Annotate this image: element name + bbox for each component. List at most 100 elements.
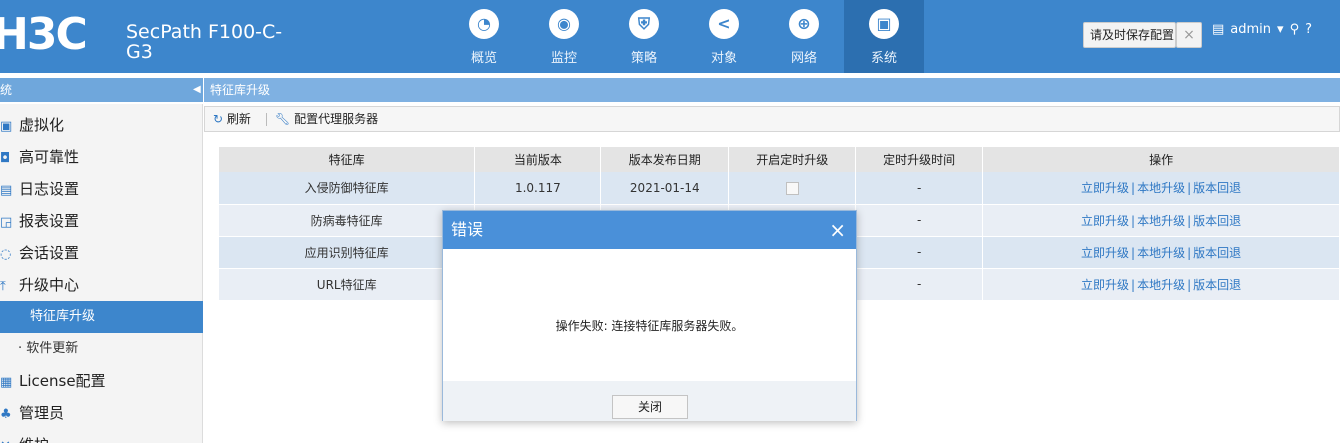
ops-separator: |: [1187, 245, 1192, 260]
sidebar-item-ha[interactable]: ◘ 高可靠性: [0, 141, 203, 173]
sidebar-item-license[interactable]: ▦ License配置: [0, 365, 203, 397]
sidebar-item-session[interactable]: ◌ 会话设置: [0, 237, 203, 269]
error-dialog: 错误 × 操作失败: 连接特征库服务器失败。 关闭: [442, 210, 857, 421]
nav-label: 概览: [470, 51, 497, 66]
sidebar-item-label: 升级中心: [19, 276, 80, 294]
close-icon[interactable]: ×: [1176, 22, 1202, 48]
nav-monitor[interactable]: ◉ 监控: [524, 0, 604, 73]
sidebar-item-label: License配置: [19, 372, 106, 390]
nav-label: 系统: [870, 51, 897, 66]
column-header: 操作: [982, 147, 1340, 172]
local-upgrade-link[interactable]: 本地升级: [1137, 181, 1185, 195]
scheduled-time: -: [855, 236, 984, 269]
table-header-row: 特征库 当前版本 版本发布日期 开启定时升级 定时升级时间 操作: [219, 147, 1340, 172]
system-icon: ▣: [869, 9, 899, 39]
table-row[interactable]: 入侵防御特征库 1.0.117 2021-01-14 - 立即升级 | 本地升级 | 版…: [219, 172, 1340, 205]
report-icon: ◲: [0, 215, 13, 230]
upgrade-now-link[interactable]: 立即升级: [1081, 278, 1129, 292]
signature-name: URL特征库: [219, 268, 476, 301]
sidebar-item-label: 高可靠性: [19, 148, 80, 166]
upgrade-icon: ⤒: [0, 279, 6, 294]
sidebar-item-label: 报表设置: [19, 212, 80, 230]
operations-cell: 立即升级 | 本地升级 | 版本回退: [982, 268, 1340, 301]
sidebar-item-admin[interactable]: ♣ 管理员: [0, 397, 203, 429]
column-header[interactable]: 特征库: [219, 147, 476, 172]
configure-proxy-label: 配置代理服务器: [294, 112, 379, 126]
ops-separator: |: [1187, 277, 1192, 292]
rollback-link[interactable]: 版本回退: [1193, 181, 1241, 195]
column-header[interactable]: 定时升级时间: [855, 147, 984, 172]
refresh-button[interactable]: ↻ 刷新: [213, 107, 251, 131]
product-name: SecPath F100-C-G3: [126, 21, 283, 63]
nav-label: 监控: [550, 51, 577, 66]
top-header: H3C SecPath F100-C-G3 ◔ 概览 ◉ 监控 ⛨ 策略 < 对…: [0, 0, 1340, 73]
close-icon[interactable]: ×: [829, 211, 846, 249]
sidebar-item-label: 日志设置: [19, 180, 80, 198]
sidebar-item-signature-upgrade[interactable]: 特征库升级: [0, 301, 203, 333]
upgrade-now-link[interactable]: 立即升级: [1081, 246, 1129, 260]
caret-down-icon[interactable]: ▾: [1277, 22, 1284, 37]
dashboard-icon: ◔: [469, 9, 499, 39]
sidebar-item-software-update[interactable]: · 软件更新: [0, 333, 203, 365]
upgrade-now-link[interactable]: 立即升级: [1081, 214, 1129, 228]
monitor-icon: ◉: [549, 9, 579, 39]
sidebar-item-label: 管理员: [19, 404, 65, 422]
help-icon[interactable]: ?: [1305, 22, 1312, 37]
sidebar-item-maintenance[interactable]: ✕维护: [0, 429, 203, 443]
column-header[interactable]: 开启定时升级: [728, 147, 857, 172]
virtualization-icon: ▣: [0, 119, 13, 134]
configure-proxy-button[interactable]: 🔧︎ 配置代理服务器: [275, 107, 378, 131]
error-message: 操作失败: 连接特征库服务器失败。: [555, 319, 744, 333]
sidebar-item-log[interactable]: ▤ 日志设置: [0, 173, 203, 205]
nav-policy[interactable]: ⛨ 策略: [604, 0, 684, 73]
ops-separator: |: [1187, 213, 1192, 228]
search-icon[interactable]: ⚲: [1290, 22, 1300, 37]
scheduled-upgrade-cell: [728, 172, 857, 205]
sidebar-item-label: 虚拟化: [19, 116, 65, 134]
nav-label: 策略: [630, 51, 657, 66]
sidebar-item-virtualization[interactable]: ▣ 虚拟化: [0, 109, 203, 141]
ha-icon: ◘: [0, 151, 11, 166]
sidebar-title: 统: [0, 78, 203, 102]
user-menu[interactable]: admin: [1230, 22, 1271, 37]
user-toolbar: ▤ admin ▾ ⚲?: [1212, 20, 1318, 44]
page-title: 特征库升级: [204, 78, 1340, 102]
sidebar-item-upgrade[interactable]: ⤒ 升级中心: [0, 269, 203, 301]
signature-name: 应用识别特征库: [219, 236, 476, 269]
sidebar: ▣ 虚拟化 ◘ 高可靠性 ▤ 日志设置 ◲ 报表设置 ◌ 会话设置 ⤒ 升级中心 特征库升级…: [0, 104, 203, 443]
toolbar: ↻ 刷新 🔧︎ 配置代理服务器: [204, 106, 1340, 132]
maintenance-icon: ✕: [0, 431, 16, 443]
rollback-link[interactable]: 版本回退: [1193, 246, 1241, 260]
upgrade-now-link[interactable]: 立即升级: [1081, 181, 1129, 195]
ops-separator: |: [1131, 213, 1136, 228]
rollback-link[interactable]: 版本回退: [1193, 278, 1241, 292]
nav-network[interactable]: ⊕ 网络: [764, 0, 844, 73]
refresh-label: 刷新: [226, 112, 251, 126]
collapse-sidebar-icon[interactable]: ◀: [193, 84, 201, 96]
save-config-reminder-button[interactable]: 请及时保存配置: [1083, 22, 1176, 48]
sidebar-item-report[interactable]: ◲ 报表设置: [0, 205, 203, 237]
local-upgrade-link[interactable]: 本地升级: [1137, 214, 1185, 228]
toolbar-divider: [266, 113, 267, 126]
operations-cell: 立即升级 | 本地升级 | 版本回退: [982, 172, 1340, 205]
local-upgrade-link[interactable]: 本地升级: [1137, 246, 1185, 260]
nav-overview[interactable]: ◔ 概览: [444, 0, 524, 73]
signature-name: 防病毒特征库: [219, 204, 476, 237]
close-button[interactable]: 关闭: [612, 395, 688, 419]
nav-system[interactable]: ▣ 系统: [844, 0, 924, 73]
column-header[interactable]: 当前版本: [474, 147, 602, 172]
rollback-link[interactable]: 版本回退: [1193, 214, 1241, 228]
license-icon: ▦: [0, 375, 13, 390]
globe-icon: ⊕: [789, 9, 819, 39]
column-header[interactable]: 版本发布日期: [600, 147, 730, 172]
ops-separator: |: [1187, 181, 1192, 196]
nav-objects[interactable]: < 对象: [684, 0, 764, 73]
operations-cell: 立即升级 | 本地升级 | 版本回退: [982, 236, 1340, 269]
ops-separator: |: [1131, 181, 1136, 196]
dialog-title: 错误: [443, 211, 856, 249]
scheduled-upgrade-checkbox[interactable]: [785, 181, 799, 195]
local-upgrade-link[interactable]: 本地升级: [1137, 278, 1185, 292]
ops-separator: |: [1131, 245, 1136, 260]
share-icon: <: [709, 9, 739, 39]
floppy-icon[interactable]: ▤: [1212, 22, 1224, 37]
